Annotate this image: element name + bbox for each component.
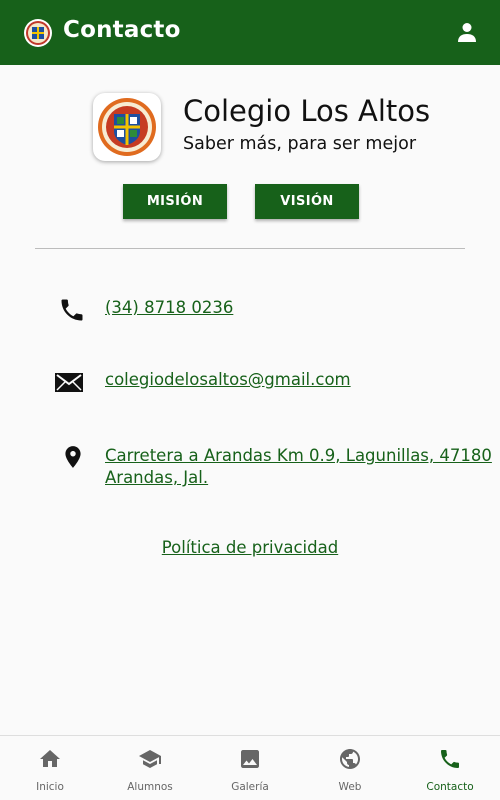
home-icon	[40, 750, 60, 767]
divider	[35, 248, 465, 249]
nav-label-alumnos: Alumnos	[127, 781, 173, 793]
address-line-1: Carretera a Arandas Km 0.9, Lagunillas, …	[105, 446, 492, 465]
app-bar: Contacto	[0, 0, 500, 65]
school-crest-icon	[24, 19, 52, 47]
address-link[interactable]: Carretera a Arandas Km 0.9, Lagunillas, …	[105, 445, 492, 489]
email-link[interactable]: colegiodelosaltos@gmail.com	[105, 370, 351, 389]
school-name: Colegio Los Altos	[183, 94, 431, 128]
phone-icon	[441, 750, 459, 768]
nav-label-contacto: Contacto	[426, 781, 474, 793]
account-icon[interactable]	[455, 20, 479, 44]
phone-icon	[58, 296, 86, 324]
privacy-policy-link[interactable]: Política de privacidad	[0, 538, 500, 557]
email-icon	[54, 368, 84, 396]
phone-link[interactable]: (34) 8718 0236	[105, 298, 233, 317]
vision-button[interactable]: VISIÓN	[255, 184, 359, 219]
nav-item-contacto[interactable]: Contacto	[400, 736, 500, 800]
school-logo	[93, 93, 161, 161]
image-icon	[241, 750, 259, 768]
school-icon	[139, 750, 161, 768]
location-pin-icon	[60, 443, 86, 471]
school-motto: Saber más, para ser mejor	[183, 134, 417, 154]
nav-label-galeria: Galería	[231, 781, 269, 793]
mision-button[interactable]: MISIÓN	[123, 184, 227, 219]
nav-item-web[interactable]: Web	[300, 736, 400, 800]
bottom-navigation: Inicio Alumnos Galería Web Contacto	[0, 735, 500, 800]
nav-item-alumnos[interactable]: Alumnos	[100, 736, 200, 800]
page-title: Contacto	[63, 17, 181, 43]
nav-item-galeria[interactable]: Galería	[200, 736, 300, 800]
nav-label-web: Web	[338, 781, 362, 793]
address-line-2: Arandas, Jal.	[105, 468, 209, 487]
nav-item-inicio[interactable]: Inicio	[0, 736, 100, 800]
globe-icon	[340, 749, 360, 769]
nav-label-inicio: Inicio	[36, 781, 64, 793]
